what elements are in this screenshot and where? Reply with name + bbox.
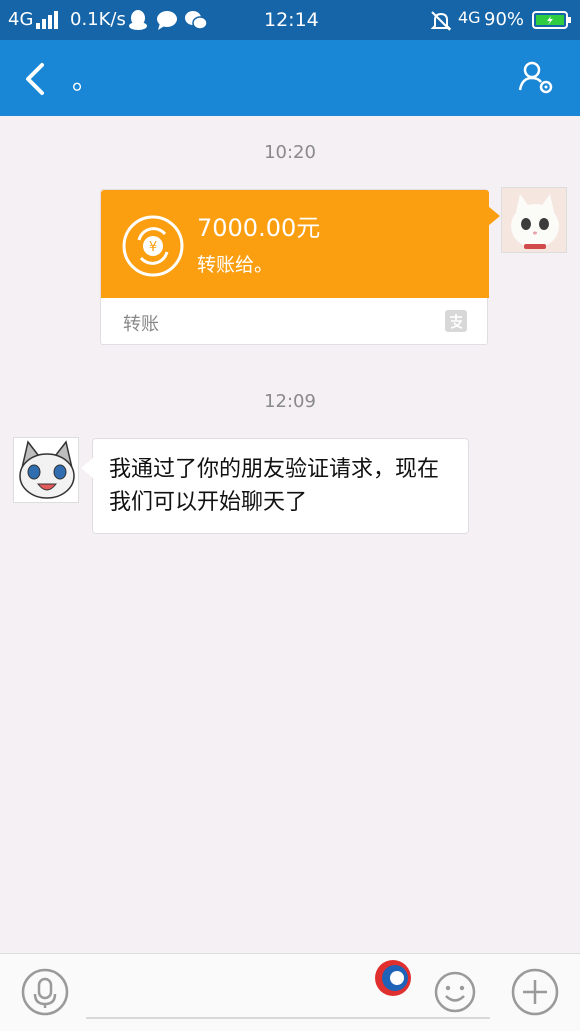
- chat-header: 。: [0, 40, 580, 116]
- network-type-left: 4G: [8, 9, 34, 30]
- transfer-card[interactable]: ¥ 7000.00元 转账给。 转账: [100, 189, 489, 345]
- qq-icon: [129, 10, 147, 30]
- input-underline: [86, 1017, 490, 1019]
- battery-percent: 90%: [484, 9, 525, 30]
- message-text: 我通过了你的朋友验证请求，现在我们可以开始聊天了: [109, 457, 440, 515]
- transfer-card-header: ¥ 7000.00元 转账给。: [101, 190, 489, 298]
- transfer-label: 转账: [123, 314, 159, 335]
- status-bar: 4G 0.1K/s 12:14 4G 90%: [0, 0, 580, 40]
- cartoon-cat-avatar: [14, 438, 78, 502]
- voice-input-icon[interactable]: [21, 968, 69, 1016]
- signal-icon: [36, 11, 58, 29]
- transfer-recipient: 转账给。: [197, 254, 274, 276]
- friend-avatar[interactable]: [13, 437, 79, 503]
- network-type-right: 4G: [458, 8, 481, 27]
- message-bubble-tail: [81, 458, 93, 478]
- alarm-off-icon: [430, 11, 452, 31]
- my-avatar[interactable]: [501, 187, 567, 253]
- cat-photo-avatar: [502, 188, 566, 252]
- transfer-yuan-icon: ¥: [122, 215, 184, 277]
- contact-settings-icon[interactable]: [516, 58, 556, 98]
- transfer-amount: 7000.00元: [197, 214, 321, 242]
- chat-title: 。: [72, 66, 99, 96]
- message-input[interactable]: [86, 972, 490, 1016]
- alipay-icon: [445, 310, 467, 332]
- network-speed: 0.1K/s: [70, 9, 126, 30]
- transfer-bubble-tail: [488, 206, 500, 226]
- input-bar: [0, 953, 580, 1031]
- add-icon[interactable]: [510, 967, 560, 1017]
- clock: 12:14: [264, 9, 319, 31]
- wechat-icon: [185, 11, 208, 30]
- battery-icon: [532, 11, 571, 29]
- back-icon[interactable]: [22, 62, 48, 96]
- svg-text:¥: ¥: [149, 240, 157, 255]
- emoji-icon[interactable]: [433, 970, 477, 1014]
- text-message-bubble[interactable]: 我通过了你的朋友验证请求，现在我们可以开始聊天了: [92, 438, 469, 534]
- message-timestamp: 12:09: [264, 391, 316, 412]
- forum-watermark-logo: [375, 960, 411, 996]
- message-icon: [157, 11, 177, 30]
- message-timestamp: 10:20: [264, 142, 316, 163]
